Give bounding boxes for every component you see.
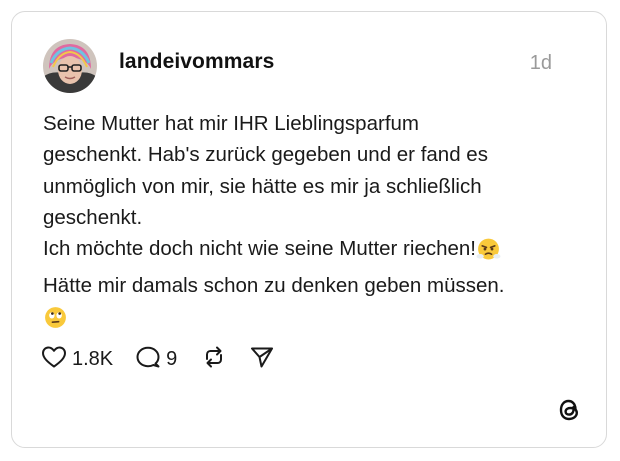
share-send-icon: [249, 345, 275, 374]
face-with-steam-from-nose-emoji: [476, 236, 501, 270]
face-with-rolling-eyes-emoji: [43, 305, 68, 339]
reply-count: 9: [166, 348, 178, 370]
post-text-line: unmöglich von mir, sie hätte es mir ja s…: [43, 174, 482, 198]
username[interactable]: landeivommars: [119, 50, 274, 74]
like-button[interactable]: 1.8K: [41, 345, 113, 374]
repost-icon: [201, 345, 227, 374]
post-text-line: geschenkt. Hab's zurück gegeben und er f…: [43, 143, 488, 167]
repost-button[interactable]: [201, 345, 227, 374]
post-timestamp: 1d: [529, 52, 552, 74]
avatar[interactable]: [43, 39, 97, 93]
post-card: landeivommars 1d Seine Mutter hat mir IH…: [11, 11, 607, 448]
like-count: 1.8K: [72, 348, 114, 370]
avatar-image: [43, 39, 97, 93]
post-text-line: geschenkt.: [43, 205, 143, 229]
heart-icon: [41, 345, 67, 374]
share-button[interactable]: [249, 345, 275, 374]
reply-button[interactable]: 9: [135, 345, 177, 374]
reply-bubble-icon: [135, 345, 161, 374]
post-text-line: Ich möchte doch nicht wie seine Mutter r…: [43, 237, 476, 261]
post-actions: 1.8K 9: [41, 345, 275, 374]
post-text-line: Seine Mutter hat mir IHR Lieblingsparfum: [43, 112, 419, 135]
threads-logo-icon[interactable]: [556, 395, 582, 425]
post-text: Seine Mutter hat mir IHR Lieblingsparfum…: [43, 108, 563, 339]
post-text-line: Hätte mir damals schon zu denken geben m…: [43, 274, 505, 298]
